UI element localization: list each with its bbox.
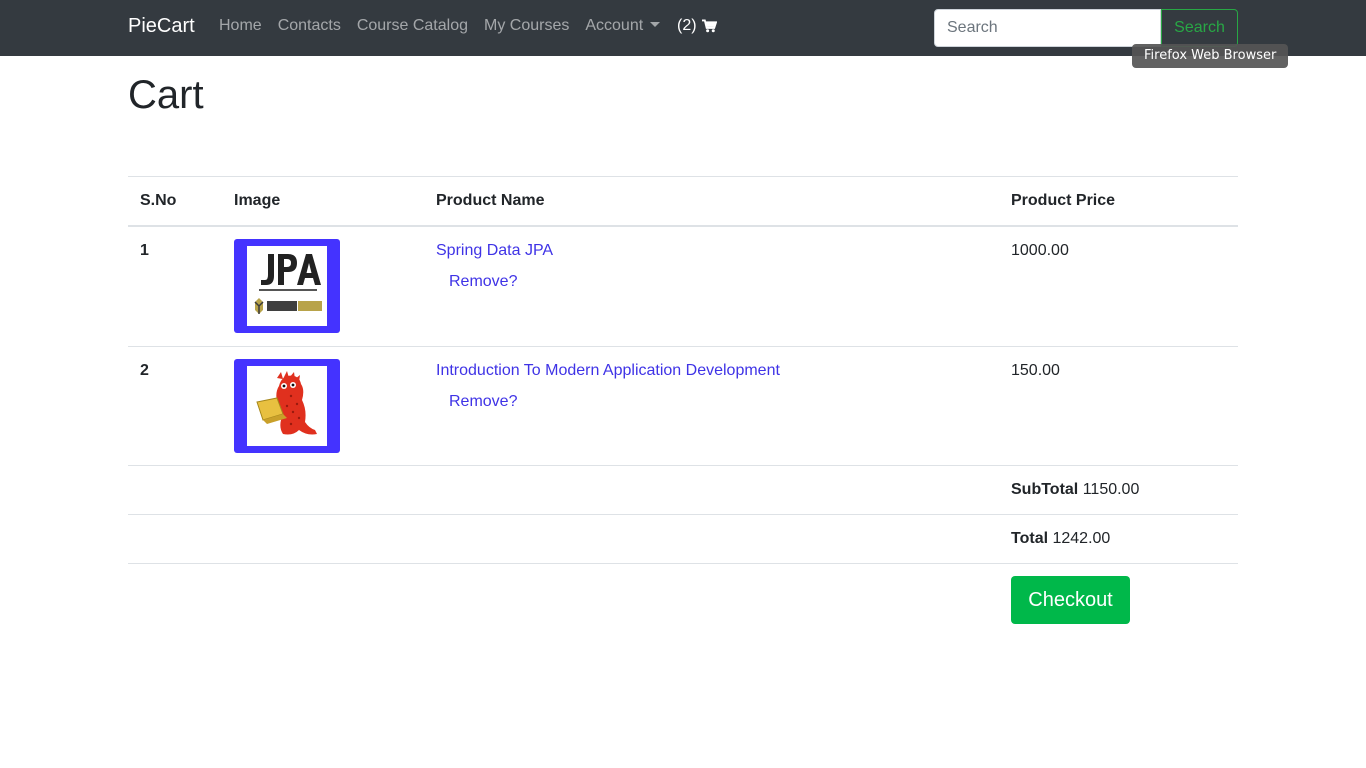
- row-sno: 2: [140, 362, 149, 379]
- subtotal-row: SubTotal 1150.00: [128, 465, 1238, 514]
- jpa-hibernate-logo-image: [247, 246, 327, 326]
- cart-link[interactable]: (2): [677, 17, 717, 35]
- total-row: Total 1242.00: [128, 514, 1238, 563]
- nav-home[interactable]: Home: [219, 17, 262, 35]
- search-button[interactable]: Search: [1161, 9, 1238, 47]
- table-row: 2 Introduction To Modern Application Dev…: [128, 346, 1238, 465]
- total-label: Total: [1011, 530, 1049, 547]
- checkout-button[interactable]: Checkout: [1011, 576, 1130, 624]
- product-price: 1000.00: [1011, 242, 1069, 259]
- row-sno: 1: [140, 242, 149, 259]
- remove-link[interactable]: Remove?: [449, 393, 517, 411]
- header-sno: S.No: [140, 192, 177, 209]
- nav-my-courses[interactable]: My Courses: [484, 17, 569, 35]
- cart-count: (2): [677, 17, 697, 34]
- subtotal: SubTotal 1150.00: [1011, 481, 1139, 499]
- nav-contacts[interactable]: Contacts: [278, 17, 341, 35]
- account-label: Account: [585, 17, 644, 34]
- total: Total 1242.00: [1011, 530, 1110, 548]
- caret-down-icon: [650, 22, 661, 27]
- browser-tooltip: Firefox Web Browser: [1132, 44, 1289, 68]
- product-thumbnail: [234, 359, 340, 453]
- nav-course-catalog[interactable]: Course Catalog: [357, 17, 468, 35]
- page-title: Cart: [128, 73, 204, 117]
- remove-link[interactable]: Remove?: [449, 273, 517, 291]
- search-input[interactable]: [934, 9, 1161, 47]
- nav-links: Home Contacts Course Catalog My Courses …: [219, 17, 676, 35]
- shopping-cart-icon: [701, 19, 717, 33]
- table-header-row: S.No Image Product Name Product Price: [128, 176, 1238, 227]
- brand-logo[interactable]: PieCart: [128, 15, 195, 38]
- product-thumbnail: [234, 239, 340, 333]
- product-name-link[interactable]: Introduction To Modern Application Devel…: [436, 362, 780, 380]
- header-product-name: Product Name: [436, 192, 545, 209]
- total-value: 1242.00: [1052, 530, 1111, 547]
- red-creature-with-laptop-image: [247, 366, 327, 446]
- cart-table: S.No Image Product Name Product Price 1: [128, 176, 1238, 643]
- table-row: 1 Spring Data JPA Remove? 1000.00: [128, 227, 1238, 346]
- nav-account-dropdown[interactable]: Account: [585, 17, 661, 35]
- product-price: 150.00: [1011, 362, 1060, 379]
- product-name-link[interactable]: Spring Data JPA: [436, 242, 553, 260]
- checkout-row: Checkout: [128, 563, 1238, 643]
- subtotal-label: SubTotal: [1011, 481, 1079, 498]
- subtotal-value: 1150.00: [1082, 481, 1140, 498]
- header-product-price: Product Price: [1011, 192, 1116, 209]
- header-image: Image: [234, 192, 281, 209]
